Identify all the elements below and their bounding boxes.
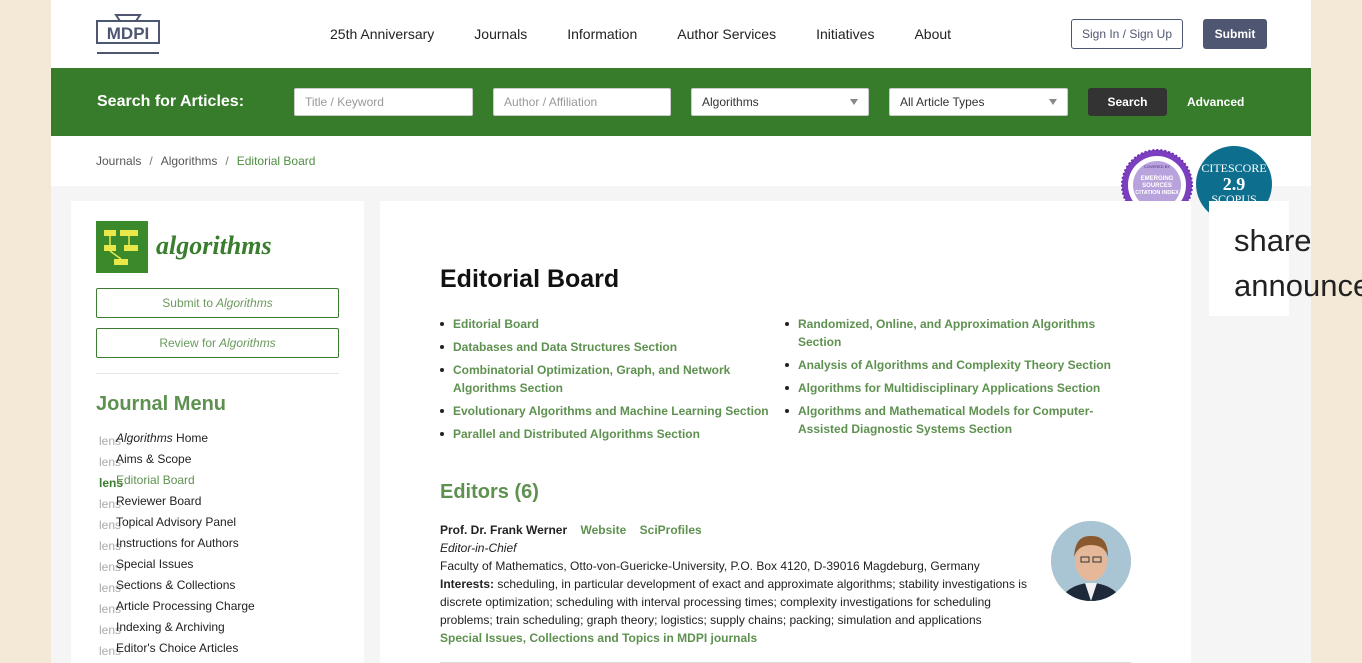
section-link[interactable]: Editorial Board (440, 315, 785, 333)
editor-avatar (1051, 521, 1131, 601)
nav-information[interactable]: Information (567, 26, 637, 42)
top-header: MDPI 25th Anniversary Journals Informati… (51, 0, 1311, 68)
share-label[interactable]: share (1234, 218, 1362, 263)
breadcrumb-separator: / (149, 154, 153, 168)
editor-sciprofiles-link[interactable]: SciProfiles (640, 523, 702, 537)
interests-text: scheduling, in particular development of… (440, 577, 1027, 627)
page: MDPI 25th Anniversary Journals Informati… (51, 0, 1311, 663)
menu-item-label: Aims & Scope (116, 452, 192, 466)
main-content: Editorial Board Editorial Board Database… (380, 201, 1191, 663)
menu-item-label: Reviewer Board (116, 494, 202, 508)
svg-text:CITATION INDEX: CITATION INDEX (1135, 190, 1179, 196)
journal-italic: Algorithms (216, 296, 273, 310)
review-for-label: Review for (159, 336, 216, 350)
section-link[interactable]: Combinatorial Optimization, Graph, and N… (440, 361, 785, 397)
search-button[interactable]: Search (1088, 88, 1167, 116)
citescore-value: 2.9 (1222, 173, 1246, 194)
editor-special-issues-link[interactable]: Special Issues, Collections and Topics i… (440, 629, 1040, 647)
review-for-journal-button[interactable]: Review for Algorithms (96, 328, 339, 358)
breadcrumb-separator: / (225, 154, 229, 168)
editor-affiliation: Faculty of Mathematics, Otto-von-Guerick… (440, 559, 980, 573)
announcement-label[interactable]: announce (1234, 263, 1362, 308)
nav-25th-anniversary[interactable]: 25th Anniversary (330, 26, 434, 42)
logo-text: MDPI (107, 24, 150, 43)
algorithms-journal-logo[interactable] (96, 221, 148, 273)
menu-item-label: Article Processing Charge (116, 599, 255, 613)
nav-author-services[interactable]: Author Services (677, 26, 776, 42)
advanced-search-link[interactable]: Advanced (1187, 95, 1244, 109)
journal-select[interactable]: Algorithms (691, 88, 869, 116)
journal-menu-title: Journal Menu (96, 393, 227, 415)
title-keyword-input[interactable]: Title / Keyword (294, 88, 473, 116)
editor-website-link[interactable]: Website (581, 523, 627, 537)
menu-item-label: Algorithms Home (116, 431, 209, 445)
journal-sidebar: algorithms Submit to Algorithms Review f… (71, 201, 364, 663)
editor-role: Editor-in-Chief (440, 541, 517, 555)
svg-text:SOURCES: SOURCES (1142, 183, 1172, 189)
journal-italic: Algorithms (219, 336, 276, 350)
nav-about[interactable]: About (914, 26, 951, 42)
submit-button[interactable]: Submit (1203, 19, 1267, 49)
chevron-down-icon (1049, 99, 1057, 105)
breadcrumb-algorithms[interactable]: Algorithms (161, 154, 218, 168)
svg-text:EMERGING: EMERGING (1141, 176, 1174, 182)
submit-to-label: Submit to (162, 296, 213, 310)
section-link[interactable]: Evolutionary Algorithms and Machine Lear… (440, 402, 785, 420)
page-title: Editorial Board (440, 265, 620, 293)
menu-item-label: Editorial Board (116, 473, 195, 487)
section-link[interactable]: Databases and Data Structures Section (440, 338, 785, 356)
article-type-select[interactable]: All Article Types (889, 88, 1068, 116)
menu-item-label: Indexing & Archiving (116, 620, 225, 634)
journal-name[interactable]: algorithms (156, 231, 272, 261)
article-type-value: All Article Types (900, 95, 985, 109)
menu-item-label: Special Issues (116, 557, 194, 571)
journal-select-value: Algorithms (702, 95, 759, 109)
editor-name: Prof. Dr. Frank Werner (440, 523, 568, 537)
section-link[interactable]: Analysis of Algorithms and Complexity Th… (785, 356, 1140, 374)
submit-to-journal-button[interactable]: Submit to Algorithms (96, 288, 339, 318)
breadcrumb-editorial-board[interactable]: Editorial Board (237, 154, 316, 168)
section-link[interactable]: Algorithms and Mathematical Models for C… (785, 402, 1140, 438)
nav-journals[interactable]: Journals (474, 26, 527, 42)
section-list-left: Editorial Board Databases and Data Struc… (440, 315, 785, 448)
section-links: Editorial Board Databases and Data Struc… (440, 315, 1140, 448)
divider (96, 373, 339, 374)
editor-entry: Prof. Dr. Frank Werner Website SciProfil… (440, 521, 1040, 647)
mdpi-logo[interactable]: MDPI (96, 13, 162, 55)
editor-name-row: Prof. Dr. Frank Werner Website SciProfil… (440, 521, 1040, 539)
editor-interests: Interests: scheduling, in particular dev… (440, 575, 1040, 629)
menu-item-label: Sections & Collections (116, 578, 236, 592)
svg-text:COVERED BY: COVERED BY (1144, 164, 1171, 169)
interests-label: Interests: (440, 577, 495, 591)
search-label: Search for Articles: (97, 93, 245, 110)
section-link[interactable]: Parallel and Distributed Algorithms Sect… (440, 425, 785, 443)
search-bar: Search for Articles: Title / Keyword Aut… (51, 68, 1311, 136)
section-link[interactable]: Randomized, Online, and Approximation Al… (785, 315, 1140, 351)
sign-in-button[interactable]: Sign In / Sign Up (1071, 19, 1183, 49)
menu-item-label: Topical Advisory Panel (116, 515, 237, 529)
citescore-label: CITESCORE (1201, 160, 1267, 175)
section-link[interactable]: Algorithms for Multidisciplinary Applica… (785, 379, 1140, 397)
menu-item-label: Editor's Choice Articles (116, 641, 239, 655)
menu-item-label: Instructions for Authors (116, 536, 239, 550)
editors-heading: Editors (6) (440, 481, 539, 503)
main-nav: 25th Anniversary Journals Information Au… (330, 26, 991, 42)
nav-initiatives[interactable]: Initiatives (816, 26, 874, 42)
author-affiliation-input[interactable]: Author / Affiliation (493, 88, 671, 116)
share-announcement-text: share announce (1234, 218, 1362, 308)
breadcrumb: Journals / Algorithms / Editorial Board (96, 154, 315, 168)
section-list-right: Randomized, Online, and Approximation Al… (785, 315, 1140, 448)
breadcrumb-journals[interactable]: Journals (96, 154, 141, 168)
chevron-down-icon (850, 99, 858, 105)
